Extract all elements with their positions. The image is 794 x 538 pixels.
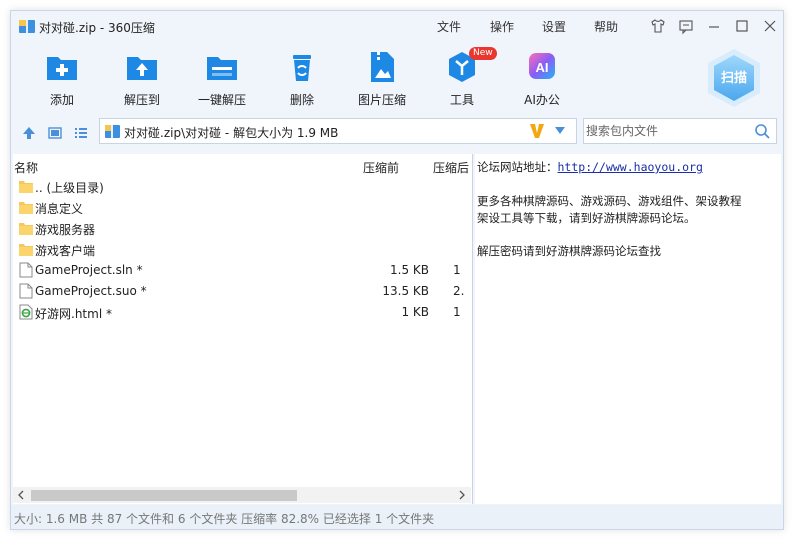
menu-settings[interactable]: 设置 bbox=[542, 18, 566, 35]
go-up-icon[interactable] bbox=[21, 125, 37, 141]
file-size-before: 13.5 KB bbox=[382, 284, 429, 298]
file-size-before: 1 KB bbox=[401, 305, 429, 319]
zip-file-icon bbox=[105, 125, 120, 138]
verified-v-icon[interactable] bbox=[528, 121, 546, 141]
comment-line-1: 论坛网站地址：http://www.haoyou.org bbox=[477, 159, 703, 175]
archive-comment-pane: 论坛网站地址：http://www.haoyou.org 更多各种棋牌源码、游戏… bbox=[475, 154, 781, 504]
table-row[interactable]: 游戏服务器 bbox=[13, 218, 471, 239]
minimize-icon[interactable] bbox=[705, 17, 723, 35]
file-name: GameProject.suo * bbox=[35, 284, 147, 298]
app-window: 对对碰.zip - 360压缩 文件 操作 设置 帮助 添加 解压到 一键解压 … bbox=[10, 10, 784, 530]
file-name: 游戏客户端 bbox=[35, 244, 96, 258]
skin-shirt-icon[interactable] bbox=[649, 17, 667, 35]
zip-app-icon bbox=[19, 20, 35, 33]
new-badge: New bbox=[469, 47, 497, 60]
column-header-name[interactable]: 名称 bbox=[14, 159, 38, 176]
comment-line-3: 架设工具等下载，请到好游棋牌源码论坛。 bbox=[477, 211, 696, 225]
close-icon[interactable] bbox=[761, 17, 779, 35]
recycle-bin-icon bbox=[293, 55, 311, 81]
add-icon bbox=[47, 57, 77, 80]
main-toolbar: 添加 解压到 一键解压 删除 图片压缩 New 工具 AI AI办公 bbox=[11, 41, 783, 117]
search-box bbox=[583, 118, 777, 144]
file-name: 游戏服务器 bbox=[35, 223, 96, 237]
extract-to-button[interactable]: 解压到 bbox=[105, 49, 179, 109]
scrollbar-thumb[interactable] bbox=[31, 490, 297, 501]
file-icon bbox=[19, 283, 33, 299]
html-file-icon bbox=[19, 304, 33, 320]
list-view-icon[interactable] bbox=[73, 125, 89, 141]
image-compress-icon bbox=[371, 52, 394, 82]
menu-file[interactable]: 文件 bbox=[437, 18, 461, 35]
status-bar: 大小: 1.6 MB 共 87 个文件和 6 个文件夹 压缩率 82.8% 已经… bbox=[11, 505, 783, 529]
ai-office-button[interactable]: AI AI办公 bbox=[505, 49, 579, 109]
window-title: 对对碰.zip - 360压缩 bbox=[39, 21, 155, 35]
table-row[interactable]: 游戏客户端 bbox=[13, 239, 471, 260]
table-row[interactable]: 好游网.html * 1 KB 1 bbox=[13, 302, 471, 323]
table-row[interactable]: GameProject.suo * 13.5 KB 2. bbox=[13, 281, 471, 302]
file-name: 消息定义 bbox=[35, 202, 84, 216]
file-name: .. (上级目录) bbox=[35, 181, 104, 195]
scroll-right-icon[interactable] bbox=[457, 490, 467, 500]
comment-line-4: 解压密码请到好游棋牌源码论坛查找 bbox=[477, 244, 661, 258]
menu-help[interactable]: 帮助 bbox=[594, 18, 618, 35]
chevron-down-icon[interactable] bbox=[555, 127, 565, 135]
table-row[interactable]: GameProject.sln * 1.5 KB 1 bbox=[13, 260, 471, 281]
file-name: 好游网.html * bbox=[35, 307, 112, 321]
file-name: GameProject.sln * bbox=[35, 263, 143, 277]
file-size-after: 1 bbox=[453, 263, 461, 277]
address-path: 对对碰.zip\对对碰 - 解包大小为 1.9 MB bbox=[124, 126, 339, 140]
folder-icon bbox=[19, 244, 33, 256]
maximize-icon[interactable] bbox=[733, 17, 751, 35]
add-button[interactable]: 添加 bbox=[25, 49, 99, 109]
file-size-after: 2. bbox=[453, 284, 465, 298]
delete-button[interactable]: 删除 bbox=[265, 49, 339, 109]
horizontal-scrollbar[interactable] bbox=[13, 487, 471, 503]
one-click-extract-button[interactable]: 一键解压 bbox=[185, 49, 259, 109]
forum-address-label: 论坛网站地址： bbox=[477, 160, 558, 174]
address-bar[interactable]: 对对碰.zip\对对碰 - 解包大小为 1.9 MB bbox=[99, 118, 577, 144]
search-icon[interactable] bbox=[754, 123, 770, 139]
menu-operate[interactable]: 操作 bbox=[490, 18, 514, 35]
file-size-after: 1 bbox=[453, 305, 461, 319]
title-bar: 对对碰.zip - 360压缩 文件 操作 设置 帮助 bbox=[11, 11, 783, 41]
folder-icon bbox=[19, 202, 33, 214]
ai-office-icon: AI bbox=[529, 53, 555, 79]
svg-text:AI: AI bbox=[536, 60, 549, 75]
file-list-pane: 名称 压缩前 压缩后 .. (上级目录) 消息定义游戏服务器游戏客户端 GamePr… bbox=[13, 154, 473, 504]
file-icon bbox=[19, 262, 33, 278]
image-compress-button[interactable]: 图片压缩 bbox=[345, 49, 419, 109]
table-row[interactable]: 消息定义 bbox=[13, 197, 471, 218]
scan-button[interactable]: 扫描 bbox=[703, 47, 765, 109]
forum-link[interactable]: http://www.haoyou.org bbox=[558, 160, 703, 174]
search-input[interactable] bbox=[584, 119, 744, 143]
folder-icon bbox=[19, 181, 33, 193]
table-row[interactable]: .. (上级目录) bbox=[13, 176, 471, 197]
one-click-extract-icon bbox=[207, 57, 237, 80]
tools-button[interactable]: New 工具 bbox=[425, 47, 499, 109]
status-text: 大小: 1.6 MB 共 87 个文件和 6 个文件夹 压缩率 82.8% 已经… bbox=[14, 512, 435, 526]
feedback-icon[interactable] bbox=[677, 17, 695, 35]
file-size-before: 1.5 KB bbox=[390, 263, 429, 277]
extract-folder-icon bbox=[127, 57, 157, 80]
folder-icon bbox=[19, 223, 33, 235]
comment-line-2: 更多各种棋牌源码、游戏源码、游戏组件、架设教程 bbox=[477, 194, 742, 208]
column-header-before[interactable]: 压缩前 bbox=[363, 159, 399, 176]
thumbnail-view-icon[interactable] bbox=[47, 125, 63, 141]
column-header-after[interactable]: 压缩后 bbox=[433, 159, 473, 176]
scroll-left-icon[interactable] bbox=[16, 490, 26, 500]
